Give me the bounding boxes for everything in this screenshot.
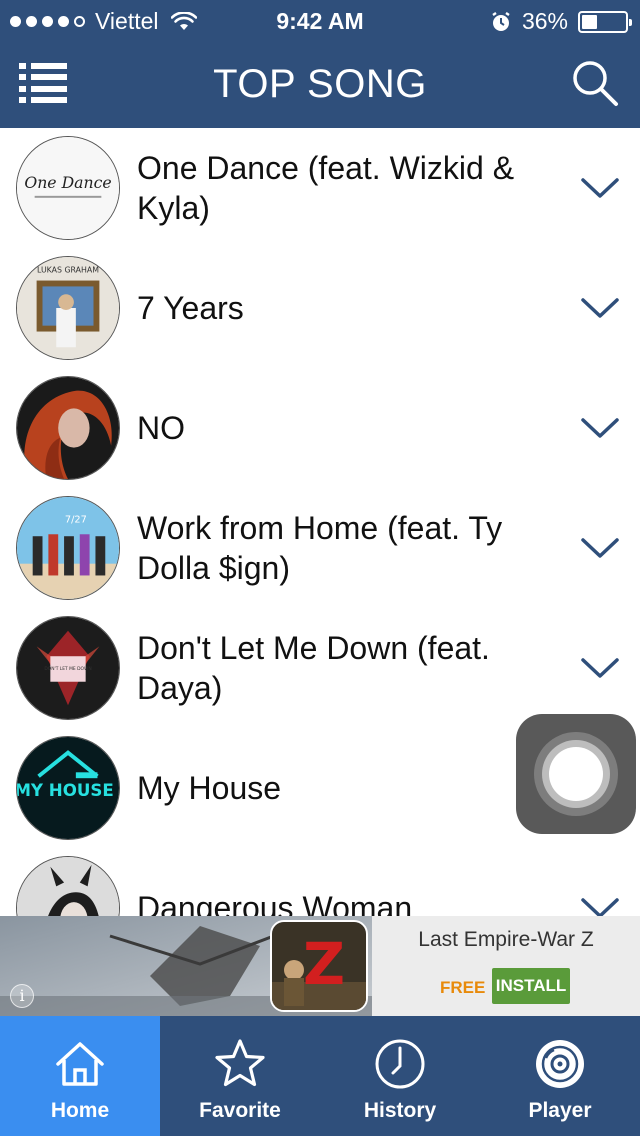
header: Viettel 9:42 AM 36% TOP SONG: [0, 0, 640, 128]
tab-label: History: [363, 1099, 437, 1122]
cover-text: One Dance: [24, 173, 111, 192]
chevron-down-icon[interactable]: [580, 656, 620, 680]
assistive-touch-button[interactable]: [516, 714, 636, 834]
ad-info-icon[interactable]: i: [10, 984, 34, 1008]
ad-banner[interactable]: i Z Last Empire-War Z FREE INSTALL: [0, 916, 640, 1016]
ad-app-icon[interactable]: Z: [270, 920, 368, 1012]
song-row[interactable]: LUKAS GRAHAM 7 Years: [0, 248, 640, 368]
battery-fill: [582, 14, 597, 29]
song-row[interactable]: DON'T LET ME DOWN Don't Let Me Down (fea…: [0, 608, 640, 728]
disc-icon: [536, 1040, 584, 1088]
album-cover: MY HOUSE: [16, 736, 120, 840]
clock-icon: [375, 1039, 425, 1089]
page-title: TOP SONG: [213, 62, 427, 106]
battery-percent: 36%: [521, 8, 568, 34]
ad-install-button[interactable]: INSTALL: [492, 968, 570, 1004]
home-icon: [56, 1042, 104, 1086]
song-row[interactable]: Dangerous Woman: [0, 848, 640, 916]
tab-label: Favorite: [199, 1099, 281, 1122]
ad-icon-letter: Z: [303, 930, 345, 998]
album-cover: LUKAS GRAHAM: [16, 256, 120, 360]
album-cover: DON'T LET ME DOWN: [16, 616, 120, 720]
cover-text: LUKAS GRAHAM: [37, 266, 99, 275]
song-row[interactable]: 7/27 Work from Home (feat. Ty Dolla $ign…: [0, 488, 640, 608]
album-cover: [16, 856, 120, 916]
alarm-icon: [492, 11, 510, 31]
ad-price: FREE: [440, 978, 486, 997]
search-icon[interactable]: [570, 58, 620, 108]
album-cover: One Dance: [16, 136, 120, 240]
star-icon: [215, 1039, 265, 1087]
chevron-down-icon[interactable]: [580, 176, 620, 200]
song-title: Don't Let Me Down (feat. Daya): [137, 630, 490, 706]
status-right: 36%: [490, 8, 632, 35]
song-title: 7 Years: [137, 290, 244, 326]
ad-title: Last Empire-War Z: [418, 928, 594, 951]
chevron-down-icon[interactable]: [580, 416, 620, 440]
chevron-down-icon[interactable]: [580, 296, 620, 320]
chevron-down-icon[interactable]: [580, 536, 620, 560]
cover-text: MY HOUSE: [17, 781, 114, 800]
tab-label: Home: [50, 1099, 110, 1122]
song-row[interactable]: NO: [0, 368, 640, 488]
battery-icon: [578, 10, 632, 33]
song-row[interactable]: One Dance One Dance (feat. Wizkid & Kyla…: [0, 128, 640, 248]
song-title: Dangerous Woman: [137, 890, 413, 916]
chevron-down-icon[interactable]: [580, 896, 620, 916]
cover-text: 7/27: [65, 515, 87, 526]
tab-home[interactable]: Home: [0, 1016, 160, 1136]
song-title: NO: [137, 410, 185, 446]
tab-bar: Home Favorite History Player: [0, 1016, 640, 1136]
tab-label: Player: [528, 1099, 592, 1122]
album-cover: [16, 376, 120, 480]
nav-bar: TOP SONG: [0, 40, 640, 128]
song-title: My House: [137, 770, 282, 806]
tab-favorite[interactable]: Favorite: [160, 1016, 320, 1136]
song-title: Work from Home (feat. Ty Dolla $ign): [137, 510, 503, 586]
album-cover: 7/27: [16, 496, 120, 600]
tab-history[interactable]: History: [320, 1016, 480, 1136]
song-title: One Dance (feat. Wizkid & Kyla): [137, 150, 515, 226]
cover-text: DON'T LET ME DOWN: [44, 666, 91, 672]
tab-player[interactable]: Player: [480, 1016, 640, 1136]
status-bar: Viettel 9:42 AM 36%: [0, 0, 640, 40]
